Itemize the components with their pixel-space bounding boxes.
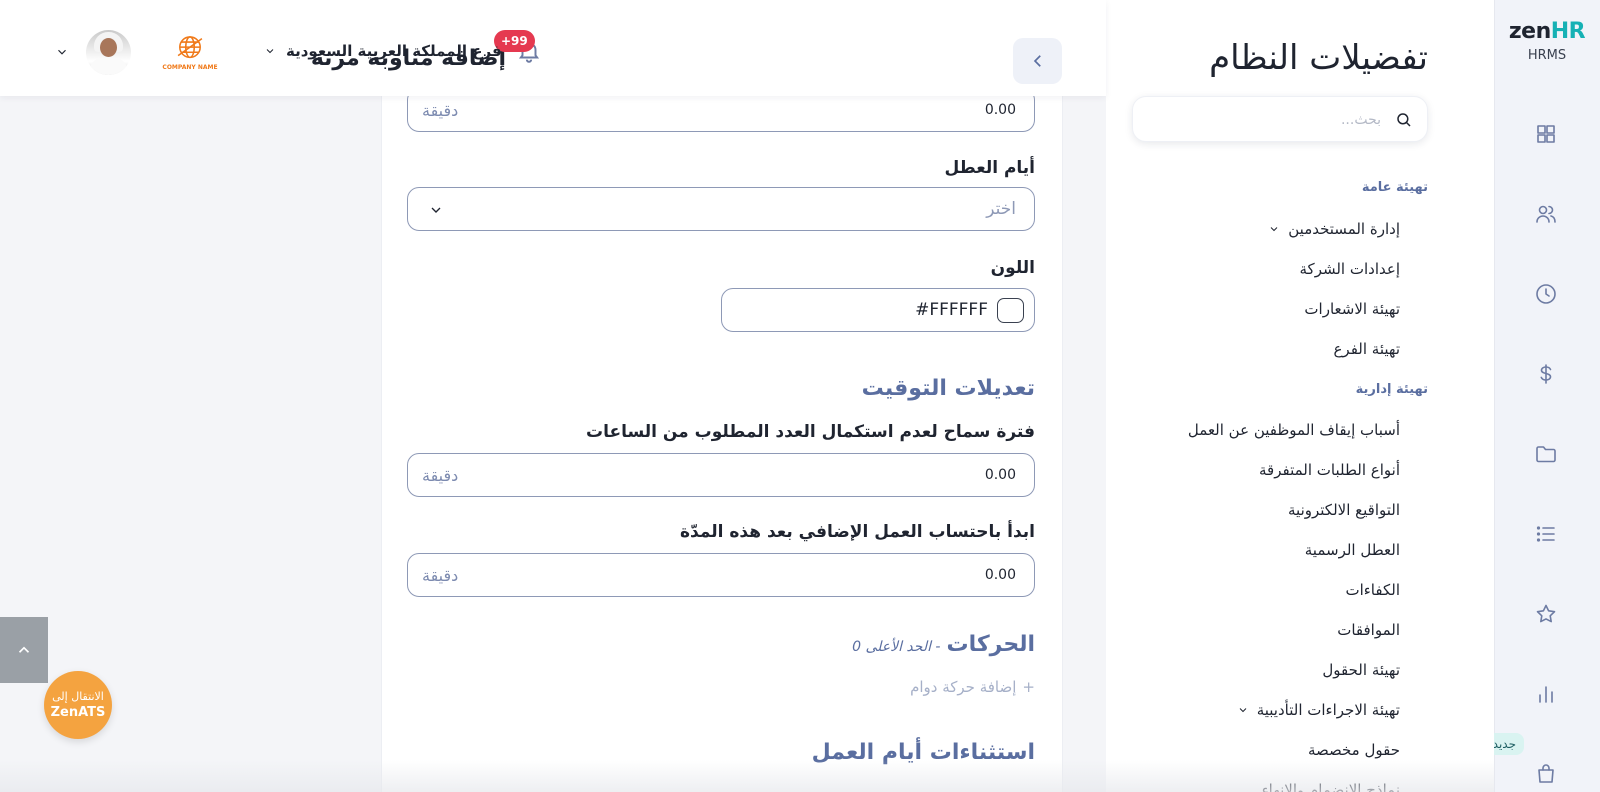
settings-item-suspension-reasons[interactable]: أسباب إيقاف الموظفين عن العمل — [1188, 421, 1400, 439]
chevron-down-icon — [1270, 227, 1278, 232]
scroll-to-top-button[interactable] — [0, 617, 48, 683]
clock-icon[interactable] — [1534, 282, 1558, 306]
moves-title: الحركات — [946, 632, 1035, 657]
users-icon[interactable] — [1534, 202, 1558, 226]
settings-item-label: الموافقات — [1337, 621, 1400, 639]
moves-limit: - الحد الأعلى 0 — [852, 639, 941, 655]
settings-item-custom-fields[interactable]: حقول مخصصة — [1308, 741, 1400, 759]
branch-selector[interactable]: فرع المملكة العربية السعودية — [264, 42, 502, 60]
settings-item-label: تهيئة الفرع — [1333, 340, 1400, 358]
color-swatch[interactable] — [997, 298, 1024, 323]
settings-item-label: أنواع الطلبات المتفرقة — [1259, 461, 1400, 479]
top-header: إضافة مناوبة مرنة +99 فرع المملكة العربي… — [0, 0, 1106, 96]
settings-item-label: حقول مخصصة — [1307, 741, 1400, 759]
holidays-select[interactable]: اختر — [407, 187, 1035, 231]
zenats-line2: ZenATS — [50, 705, 106, 720]
zenhr-logo[interactable]: zenHR HRMS — [1494, 19, 1600, 64]
logo-main: zen — [1508, 19, 1551, 44]
go-to-zenats-button[interactable]: الانتقال إلى ZenATS — [44, 671, 112, 739]
field-unit: دقيقة — [422, 566, 459, 585]
icon-rail: zenHR HRMS جديد — [1484, 0, 1600, 792]
settings-item-label: إعدادات الشركة — [1299, 260, 1400, 278]
color-field[interactable]: #FFFFFF — [721, 288, 1035, 332]
settings-item-label: العطل الرسمية — [1304, 541, 1400, 559]
folder-icon[interactable] — [1534, 442, 1558, 466]
dashboard-icon[interactable] — [1534, 122, 1558, 146]
dollar-icon[interactable] — [1534, 362, 1558, 386]
field-value: 0.00 — [984, 467, 1016, 483]
settings-item-label: التواقيع الالكترونية — [1288, 501, 1400, 519]
logo-sub: HRMS — [1527, 48, 1567, 63]
settings-item-approvals[interactable]: الموافقات — [1337, 621, 1400, 639]
settings-item-label: أسباب إيقاف الموظفين عن العمل — [1187, 421, 1400, 439]
color-value: #FFFFFF — [915, 300, 988, 320]
chevron-down-icon — [431, 207, 441, 213]
section-general-setup: تهيئة عامة — [1361, 180, 1428, 195]
chevron-left-icon — [1033, 55, 1041, 67]
field-value: 0.00 — [984, 102, 1016, 118]
settings-item-competencies[interactable]: الكفاءات — [1345, 581, 1400, 599]
zenats-line1: الانتقال إلى — [52, 690, 104, 703]
settings-item-user-management[interactable]: إدارة المستخدمين — [1268, 220, 1400, 238]
chevron-down-icon[interactable] — [55, 45, 69, 59]
chart-icon[interactable] — [1534, 682, 1558, 706]
list-icon[interactable] — [1534, 522, 1558, 546]
add-move-label: إضافة حركة دوام — [910, 678, 1017, 696]
avatar[interactable] — [86, 30, 131, 75]
company-logo: COMPANY NAME — [154, 28, 226, 76]
settings-item-fields-setup[interactable]: تهيئة الحقول — [1322, 661, 1400, 679]
settings-item-e-signatures[interactable]: التواقيع الالكترونية — [1288, 501, 1400, 519]
back-button[interactable] — [1013, 38, 1062, 84]
settings-item-disciplinary-setup[interactable]: تهيئة الاجراءات التأديبية — [1237, 701, 1400, 719]
holidays-label: أيام العطل — [944, 158, 1035, 178]
logo-accent: HR — [1550, 19, 1586, 44]
holidays-placeholder: اختر — [986, 199, 1016, 219]
settings-item-label: تهيئة الحقول — [1322, 661, 1400, 679]
overtime-start-label: ابدأ باحتساب العمل الإضافي بعد هذه المدّ… — [680, 522, 1035, 542]
settings-panel: تفضيلات النظام تهيئة عامة إدارة المستخدم… — [1106, 0, 1494, 792]
settings-item-company-settings[interactable]: إعدادات الشركة — [1300, 260, 1400, 278]
star-icon[interactable] — [1534, 602, 1558, 626]
field-unit: دقيقة — [422, 101, 459, 120]
workday-exceptions-heading: استثناءات أيام العمل — [811, 740, 1035, 765]
globe-icon — [177, 36, 203, 59]
settings-title: تفضيلات النظام — [1209, 38, 1428, 78]
time-adjustments-heading: تعديلات التوقيت — [861, 376, 1035, 401]
settings-item-misc-request-types[interactable]: أنواع الطلبات المتفرقة — [1259, 461, 1400, 479]
settings-item-label: تهيئة الاجراءات التأديبية — [1256, 701, 1400, 719]
settings-search-input[interactable] — [1161, 107, 1381, 133]
field-value: 0.00 — [984, 567, 1016, 583]
settings-search[interactable] — [1132, 96, 1428, 142]
overtime-start-field[interactable]: 0.00 دقيقة — [407, 553, 1035, 597]
settings-item-public-holidays[interactable]: العطل الرسمية — [1305, 541, 1400, 559]
plus-icon: + — [1022, 678, 1035, 696]
chevron-up-icon — [18, 646, 30, 653]
color-label: اللون — [990, 258, 1035, 278]
settings-item-label: تهيئة الاشعارات — [1304, 300, 1400, 318]
field-unit: دقيقة — [422, 466, 459, 485]
settings-item-label: الكفاءات — [1345, 581, 1400, 599]
company-logo-text: COMPANY NAME — [162, 64, 218, 71]
settings-item-label: إدارة المستخدمين — [1288, 220, 1400, 238]
grace-period-field[interactable]: 0.00 دقيقة — [407, 453, 1035, 497]
settings-item-notification-setup[interactable]: تهيئة الاشعارات — [1304, 300, 1400, 318]
branch-label: فرع المملكة العربية السعودية — [286, 42, 502, 60]
settings-item-onboarding-templates[interactable]: نماذج الانضمام والانهاء — [1262, 781, 1400, 792]
add-move-button[interactable]: + إضافة حركة دوام — [910, 678, 1035, 696]
settings-item-label: نماذج الانضمام والانهاء — [1261, 781, 1400, 792]
bag-icon[interactable] — [1534, 762, 1558, 786]
chevron-down-icon — [266, 49, 274, 54]
settings-item-branch-setup[interactable]: تهيئة الفرع — [1333, 340, 1400, 358]
grace-period-label: فترة سماح لعدم استكمال العدد المطلوب من … — [585, 422, 1035, 442]
section-admin-setup: تهيئة إدارية — [1355, 382, 1428, 397]
chevron-down-icon — [1239, 708, 1247, 713]
moves-heading: الحركات - الحد الأعلى 0 — [852, 632, 1035, 657]
search-icon — [1397, 113, 1411, 127]
